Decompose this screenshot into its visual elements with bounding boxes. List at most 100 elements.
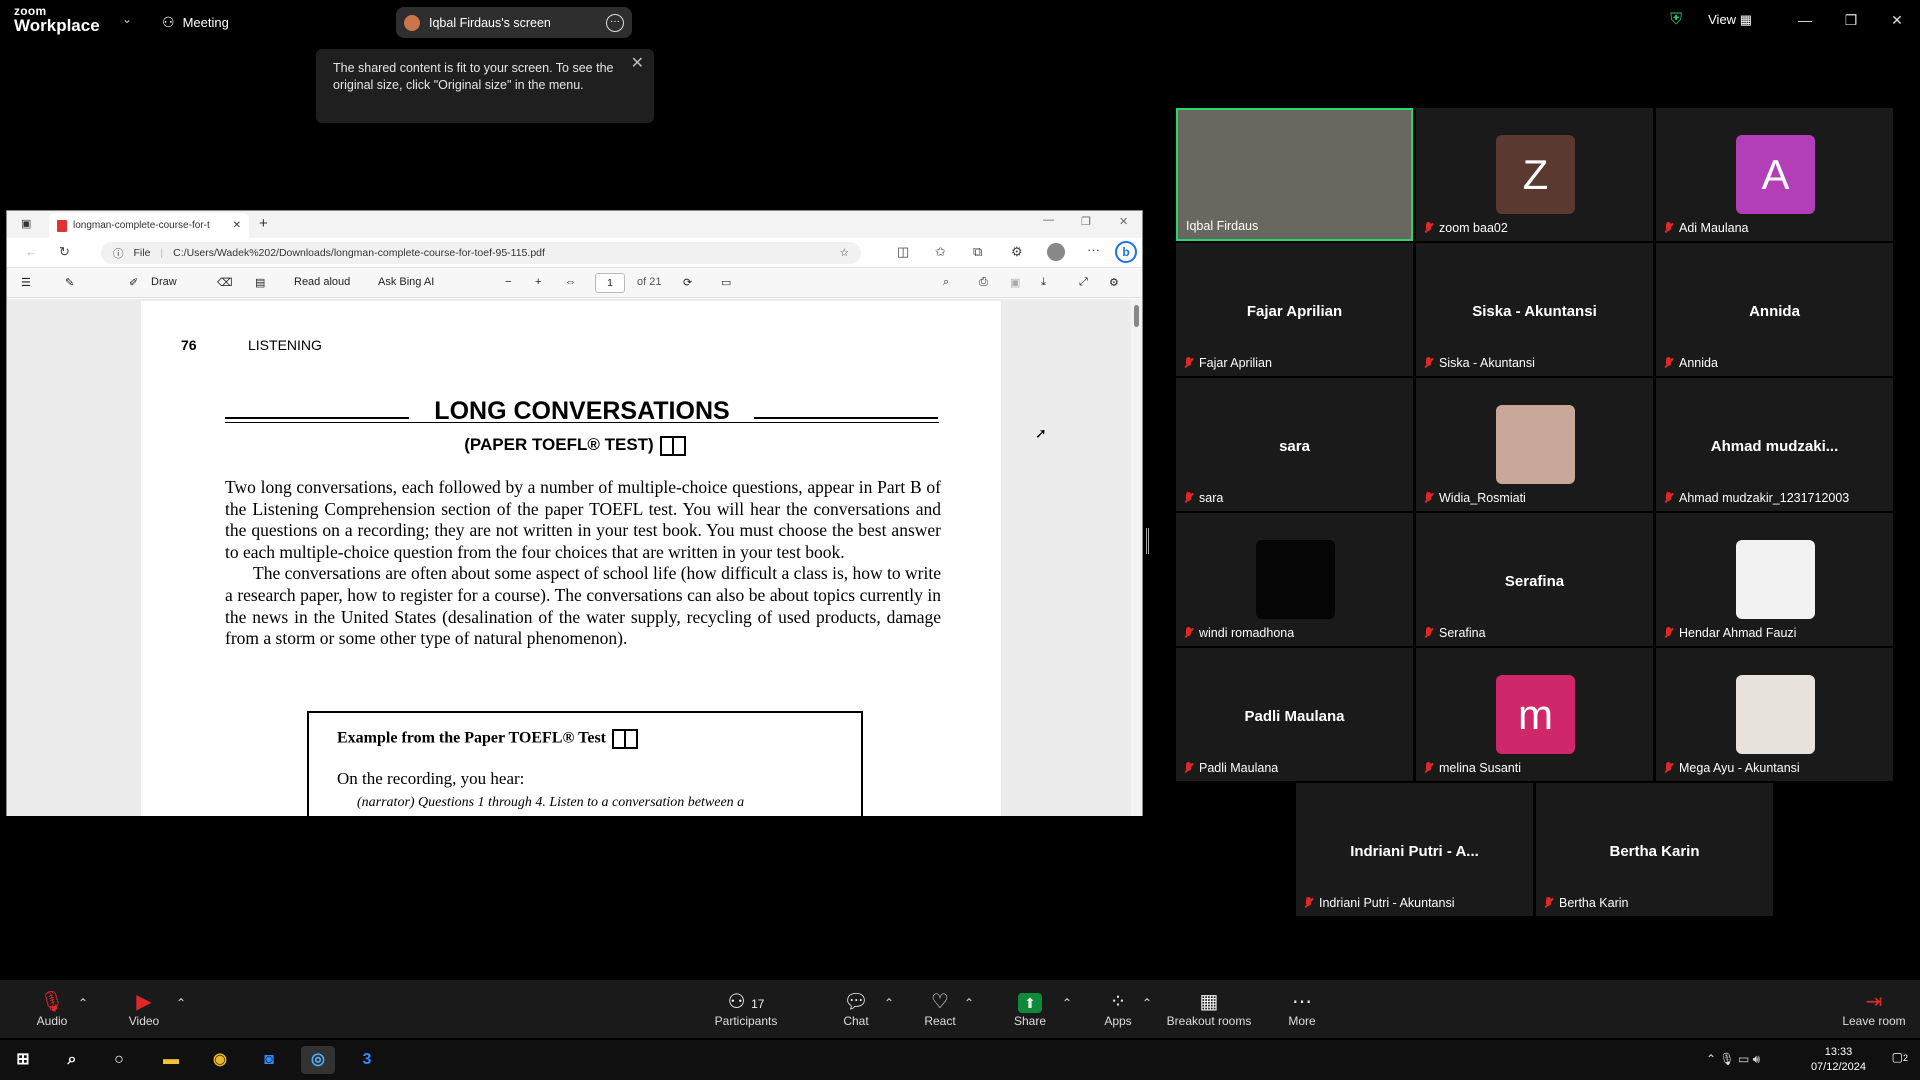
favorites-icon[interactable]: ✩ <box>935 244 946 260</box>
ask-bing-button[interactable]: Ask Bing AI <box>378 276 434 288</box>
participant-tile[interactable]: Ahmad mudzaki... Ahmad mudzakir_123171200… <box>1656 378 1893 511</box>
participant-tile[interactable]: sara sara <box>1176 378 1413 511</box>
zoom-out-icon[interactable]: − <box>505 276 511 288</box>
file-explorer-icon[interactable]: ▬ <box>154 1046 188 1074</box>
share-pill[interactable]: Iqbal Firdaus's screen ··· <box>396 7 632 38</box>
shield-icon[interactable]: ⛨ <box>1670 11 1682 29</box>
minimize-button[interactable]: — <box>1043 214 1054 226</box>
more-button[interactable]: ⋯ More <box>1282 990 1322 1028</box>
participants-button[interactable]: ⚇ 17 Participants <box>710 990 782 1028</box>
react-options-caret[interactable]: ⌃ <box>964 996 974 1010</box>
eraser-icon[interactable]: ⌫ <box>217 276 233 289</box>
save-as-icon[interactable]: ⤓ <box>1041 276 1046 289</box>
browser-tab[interactable]: longman-complete-course-for-t ✕ <box>49 213 249 238</box>
participant-name-label: Mega Ayu - Akuntansi <box>1664 761 1800 775</box>
participant-tile[interactable]: A Adi Maulana <box>1656 108 1893 241</box>
participant-tile[interactable]: Widia_Rosmiati <box>1416 378 1653 511</box>
close-icon[interactable]: ✕ <box>631 55 644 72</box>
cortana-icon[interactable]: ○ <box>102 1046 136 1074</box>
more-icon[interactable]: ··· <box>606 13 624 32</box>
video-button[interactable]: ▶︎ Video <box>124 990 164 1028</box>
meeting-menu[interactable]: ⚇ Meeting <box>162 14 229 31</box>
video-options-caret[interactable]: ⌃ <box>176 996 186 1010</box>
page-number-input[interactable]: 1 <box>595 273 625 293</box>
windows-start-icon[interactable]: ⊞ <box>6 1046 40 1074</box>
divider: | <box>160 247 164 259</box>
search-icon[interactable]: ⌕ <box>55 1046 89 1074</box>
scrollbar[interactable] <box>1131 299 1142 816</box>
apps-options-caret[interactable]: ⌃ <box>1142 996 1152 1010</box>
apps-button[interactable]: ⁘ Apps <box>1098 990 1138 1028</box>
participant-tile[interactable]: Zzoom baa02 <box>1416 108 1653 241</box>
zoom-in-icon[interactable]: + <box>535 276 541 288</box>
chevron-down-icon[interactable]: ⌄ <box>122 12 132 26</box>
page-view-icon[interactable]: ▭ <box>721 276 731 289</box>
draw-label[interactable]: Draw <box>151 276 177 288</box>
pdf-viewport[interactable]: 76 LISTENING LONG CONVERSATIONS (PAPER T… <box>7 299 1131 816</box>
collections-icon[interactable]: ⧉ <box>973 244 982 260</box>
restore-button[interactable]: ❐ <box>1828 12 1874 29</box>
split-screen-icon[interactable]: ◫ <box>897 244 909 260</box>
new-tab-icon[interactable]: + <box>259 215 268 232</box>
clock[interactable]: 13:33 07/12/2024 <box>1811 1045 1866 1075</box>
save-icon[interactable]: ▣ <box>1010 276 1020 289</box>
leave-room-button[interactable]: ⇥ Leave room <box>1838 990 1910 1028</box>
share-options-caret[interactable]: ⌃ <box>1062 996 1072 1010</box>
participant-tile[interactable]: Annida Annida <box>1656 243 1893 376</box>
participant-tile[interactable]: Siska - Akuntansi Siska - Akuntansi <box>1416 243 1653 376</box>
refresh-icon[interactable]: ↻ <box>59 244 70 260</box>
participant-tile[interactable]: windi romadhona <box>1176 513 1413 646</box>
audio-options-caret[interactable]: ⌃ <box>78 996 88 1010</box>
copilot-icon[interactable]: b <box>1115 241 1137 263</box>
star-icon[interactable]: ☆ <box>840 247 849 259</box>
minimize-button[interactable]: — <box>1782 12 1828 28</box>
contents-icon[interactable]: ☰ <box>21 276 31 289</box>
participant-tile[interactable]: Iqbal Firdaus <box>1176 108 1413 241</box>
chat-button[interactable]: 💬︎ Chat <box>836 990 876 1028</box>
react-button[interactable]: ♡ React <box>920 990 960 1028</box>
breakout-rooms-button[interactable]: ▦ Breakout rooms <box>1166 990 1252 1028</box>
settings-icon[interactable]: ⚙ <box>1109 276 1119 289</box>
search-icon[interactable]: ⌕ <box>943 276 949 289</box>
rotate-icon[interactable]: ⟳ <box>683 276 692 289</box>
zoom-app-icon[interactable]: ◙ <box>252 1046 286 1074</box>
participant-tile[interactable]: Bertha Karin Bertha Karin <box>1536 783 1773 916</box>
close-icon[interactable]: ✕ <box>233 220 241 231</box>
share-button[interactable]: ⬆ Share <box>1010 990 1050 1028</box>
notifications-icon[interactable]: ▢2 <box>1892 1050 1908 1064</box>
app-3-icon[interactable]: 3 <box>350 1046 384 1074</box>
participant-tile[interactable]: Padli Maulana Padli Maulana <box>1176 648 1413 781</box>
read-aloud-button[interactable]: Read aloud <box>294 276 350 288</box>
fit-page-icon[interactable]: ⇔ <box>565 276 576 288</box>
draw-icon[interactable]: ✐ <box>129 276 138 289</box>
participant-tile[interactable]: Fajar Aprilian Fajar Aprilian <box>1176 243 1413 376</box>
profile-avatar[interactable] <box>1047 243 1065 261</box>
participant-tile[interactable]: Serafina Serafina <box>1416 513 1653 646</box>
participant-tile[interactable]: Hendar Ahmad Fauzi <box>1656 513 1893 646</box>
participant-tile[interactable]: m melina Susanti <box>1416 648 1653 781</box>
fullscreen-icon[interactable]: ⤢ <box>1079 276 1088 289</box>
resize-handle[interactable] <box>1146 528 1149 554</box>
edge-icon[interactable]: ◎ <box>301 1046 335 1074</box>
view-button[interactable]: View ▦ <box>1708 12 1752 28</box>
restore-button[interactable]: ❐ <box>1081 215 1091 228</box>
extension-icon[interactable]: ⚙ <box>1011 244 1023 260</box>
print-icon[interactable]: ⎙ <box>979 276 988 289</box>
highlight-icon[interactable]: ✎ <box>65 276 74 289</box>
tray-icons[interactable]: ⌃ 🎙︎ ▭ 🔊︎ <box>1706 1052 1760 1067</box>
chrome-icon[interactable]: ◉ <box>203 1046 237 1074</box>
participant-name: melina Susanti <box>1439 761 1521 775</box>
text-icon[interactable]: ▤ <box>255 276 265 289</box>
audio-button[interactable]: 🎙︎ Audio <box>32 990 72 1028</box>
mic-muted-icon <box>1184 492 1193 504</box>
scrollbar-thumb[interactable] <box>1134 305 1139 327</box>
chat-options-caret[interactable]: ⌃ <box>884 996 894 1010</box>
close-button[interactable]: ✕ <box>1119 215 1128 228</box>
close-button[interactable]: ✕ <box>1874 12 1920 29</box>
back-icon[interactable]: ← <box>25 244 38 259</box>
tab-actions-icon[interactable]: ▣ <box>21 217 31 230</box>
participant-tile[interactable]: Mega Ayu - Akuntansi <box>1656 648 1893 781</box>
address-field[interactable]: ⓘ File | C:/Users/Wadek%202/Downloads/lo… <box>101 242 861 264</box>
more-icon[interactable]: ··· <box>1087 242 1100 257</box>
participant-tile[interactable]: Indriani Putri - A... Indriani Putri - Ak… <box>1296 783 1533 916</box>
